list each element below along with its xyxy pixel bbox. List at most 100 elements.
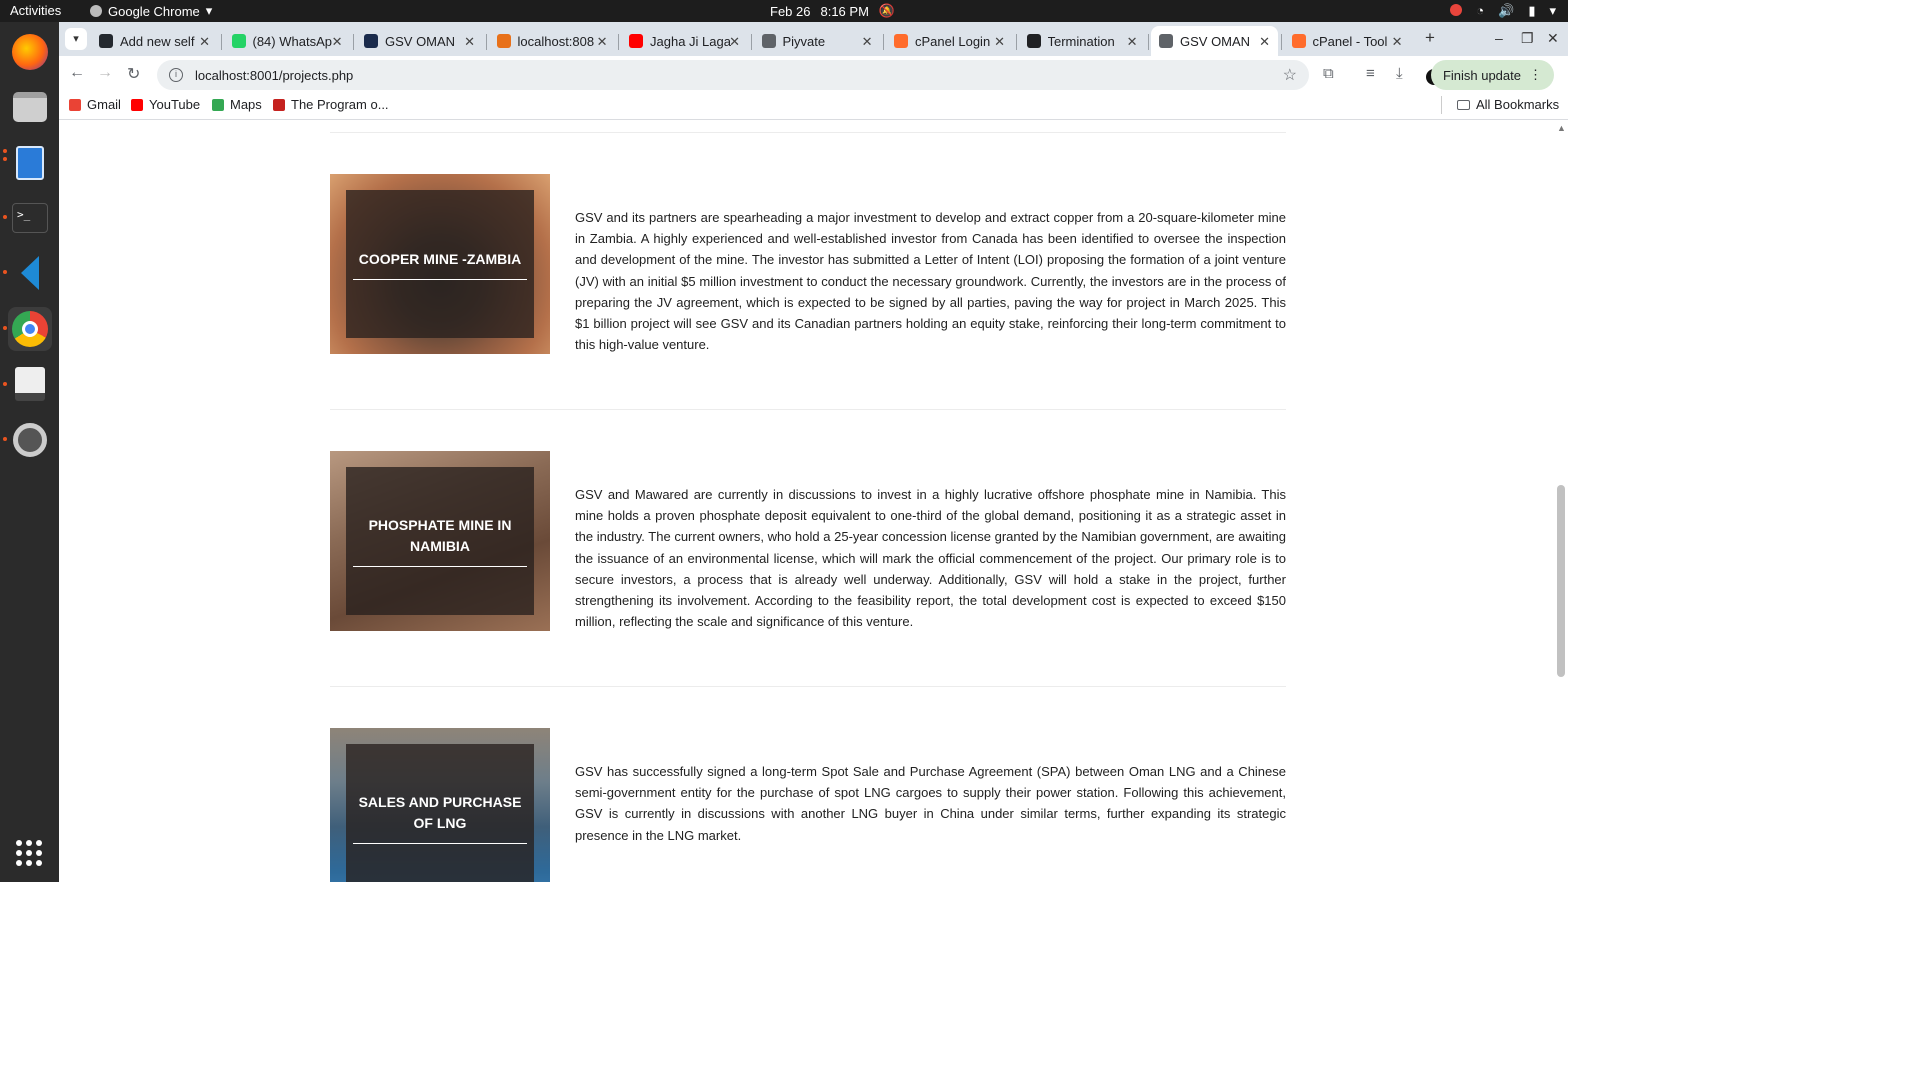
terminal-icon[interactable]: >_ xyxy=(8,196,52,240)
running-indicator xyxy=(3,270,7,274)
back-icon[interactable]: ← xyxy=(69,64,85,82)
title-underline xyxy=(353,278,527,280)
tab-close-icon[interactable]: ✕ xyxy=(1259,34,1270,50)
browser-tab[interactable]: localhost:808 ✕ xyxy=(489,26,616,56)
tab-close-icon[interactable]: ✕ xyxy=(199,34,210,50)
vscode-icon[interactable] xyxy=(8,251,52,295)
clock[interactable]: Feb 26 8:16 PM 🔕 xyxy=(770,3,895,19)
bookmark-item[interactable]: The Program o... xyxy=(273,97,389,112)
extensions-icon[interactable]: ⧉ xyxy=(1323,65,1334,82)
activities-button[interactable]: Activities xyxy=(10,3,61,18)
browser-tab[interactable]: (84) WhatsAp ✕ xyxy=(224,26,351,56)
url-text: localhost:8001/projects.php xyxy=(195,67,354,83)
show-apps-icon[interactable] xyxy=(16,840,42,866)
running-indicator xyxy=(3,382,7,386)
writer-icon[interactable] xyxy=(8,141,52,185)
bookmark-item[interactable]: Maps xyxy=(212,97,262,112)
files-icon[interactable] xyxy=(8,85,52,129)
browser-tab[interactable]: Jagha Ji Laga ✕ xyxy=(621,26,748,56)
tab-close-icon[interactable]: ✕ xyxy=(1392,34,1403,50)
date: Feb 26 xyxy=(770,3,811,19)
project-image[interactable]: SALES AND PURCHASE OF LNG xyxy=(330,728,550,882)
bookmark-item[interactable]: YouTube xyxy=(131,97,200,112)
reload-icon[interactable]: ↻ xyxy=(127,64,140,84)
tab-separator xyxy=(750,34,752,50)
tab-close-icon[interactable]: ✕ xyxy=(464,34,475,50)
title-underline xyxy=(353,566,527,567)
minimize-icon[interactable]: – xyxy=(1495,30,1503,46)
tab-close-icon[interactable]: ✕ xyxy=(862,34,873,50)
downloads-icon[interactable]: ⤓ xyxy=(1396,65,1403,82)
tab-close-icon[interactable]: ✕ xyxy=(332,34,343,50)
title-underline xyxy=(353,843,527,844)
tab-close-icon[interactable]: ✕ xyxy=(597,34,608,50)
project-image[interactable]: COOPER MINE -ZAMBIA xyxy=(330,174,550,354)
project-title: COOPER MINE -ZAMBIA xyxy=(358,250,522,267)
browser-tab[interactable]: GSV OMAN ✕ xyxy=(356,26,483,56)
bookmark-star-icon[interactable]: ☆ xyxy=(1283,65,1297,85)
finish-update-button[interactable]: Finish update ⋮ xyxy=(1430,60,1554,90)
page-scrollbar[interactable]: ▲ xyxy=(1554,121,1568,882)
tab-favicon-icon xyxy=(1026,34,1041,48)
address-bar[interactable]: i localhost:8001/projects.php ☆ xyxy=(157,60,1309,90)
browser-toolbar: ← → ↻ i localhost:8001/projects.php ☆ ⧉ … xyxy=(59,56,1568,92)
tab-favicon-icon xyxy=(1159,34,1173,48)
tab-separator xyxy=(220,34,222,50)
site-info-icon[interactable]: i xyxy=(169,68,183,82)
bookmark-label: YouTube xyxy=(149,97,201,112)
running-indicator xyxy=(3,437,7,441)
media-controls-icon[interactable]: ≡ xyxy=(1366,65,1375,82)
tab-search-icon[interactable]: ▾ xyxy=(65,28,87,50)
bookmark-label: Gmail xyxy=(87,97,121,112)
reader-icon[interactable] xyxy=(8,362,52,406)
bookmark-favicon-icon xyxy=(131,98,143,111)
new-tab-icon[interactable]: + xyxy=(1425,28,1435,48)
bookmarks-divider xyxy=(1441,96,1442,114)
browser-tab[interactable]: cPanel - Tool ✕ xyxy=(1284,26,1411,56)
restore-icon[interactable]: ❐ xyxy=(1521,30,1534,47)
browser-tab[interactable]: cPanel Login ✕ xyxy=(886,26,1013,56)
browser-window: ▾ Add new self ✕ (84) WhatsAp ✕ GSV OMAN ✕ loc… xyxy=(59,22,1568,882)
section-divider xyxy=(330,686,1286,687)
chrome-app-icon xyxy=(90,5,102,17)
scroll-up-icon[interactable]: ▲ xyxy=(1557,123,1566,133)
tab-strip: ▾ Add new self ✕ (84) WhatsAp ✕ GSV OMAN ✕ loc… xyxy=(59,22,1568,56)
browser-tab[interactable]: GSV OMAN ✕ xyxy=(1151,26,1278,56)
tab-close-icon[interactable]: ✕ xyxy=(1127,34,1138,50)
tab-favicon-icon xyxy=(496,34,511,48)
more-menu-icon: ⋮ xyxy=(1529,67,1542,82)
forward-icon[interactable]: → xyxy=(97,64,113,82)
scrollbar-thumb[interactable] xyxy=(1557,485,1565,677)
all-bookmarks-button[interactable]: All Bookmarks xyxy=(1457,97,1559,112)
tab-separator xyxy=(1280,34,1282,50)
tab-separator xyxy=(353,34,354,50)
bookmark-label: The Program o... xyxy=(291,97,389,112)
project-description: GSV has successfully signed a long-term … xyxy=(575,764,1286,843)
system-tray[interactable]: ◔ 🔊 ▮ ▾ xyxy=(1450,3,1556,19)
bookmark-favicon-icon xyxy=(212,98,224,111)
bookmark-label: Maps xyxy=(230,97,262,112)
firefox-icon[interactable] xyxy=(8,30,52,74)
tab-close-icon[interactable]: ✕ xyxy=(729,34,740,50)
tab-favicon-icon xyxy=(364,34,378,48)
settings-icon[interactable] xyxy=(8,418,52,462)
running-indicator xyxy=(3,326,7,330)
finish-update-label: Finish update xyxy=(1442,67,1521,83)
caret-down-icon: ▾ xyxy=(205,3,213,18)
project-image-overlay: COOPER MINE -ZAMBIA xyxy=(346,190,534,338)
browser-tab[interactable]: Piyvate ✕ xyxy=(754,26,881,56)
project-image-overlay: SALES AND PURCHASE OF LNG xyxy=(346,744,534,882)
running-indicator xyxy=(3,149,7,153)
browser-tab[interactable]: Termination ✕ xyxy=(1019,26,1146,56)
project-description: GSV and its partners are spearheading a … xyxy=(575,210,1286,353)
app-menu[interactable]: Google Chrome ▾ xyxy=(90,3,212,19)
tab-close-icon[interactable]: ✕ xyxy=(994,34,1005,50)
bookmark-item[interactable]: Gmail xyxy=(69,97,121,112)
browser-tab[interactable]: Add new self ✕ xyxy=(91,26,218,56)
close-window-icon[interactable]: ✕ xyxy=(1547,30,1559,47)
project-image[interactable]: PHOSPHATE MINE IN NAMIBIA xyxy=(330,451,550,631)
bookmarks-bar: Gmail YouTube Maps The Program o... All Boo… xyxy=(59,92,1568,120)
section-divider xyxy=(330,132,1286,133)
bookmark-favicon-icon xyxy=(273,98,285,111)
chrome-icon[interactable] xyxy=(8,307,52,351)
